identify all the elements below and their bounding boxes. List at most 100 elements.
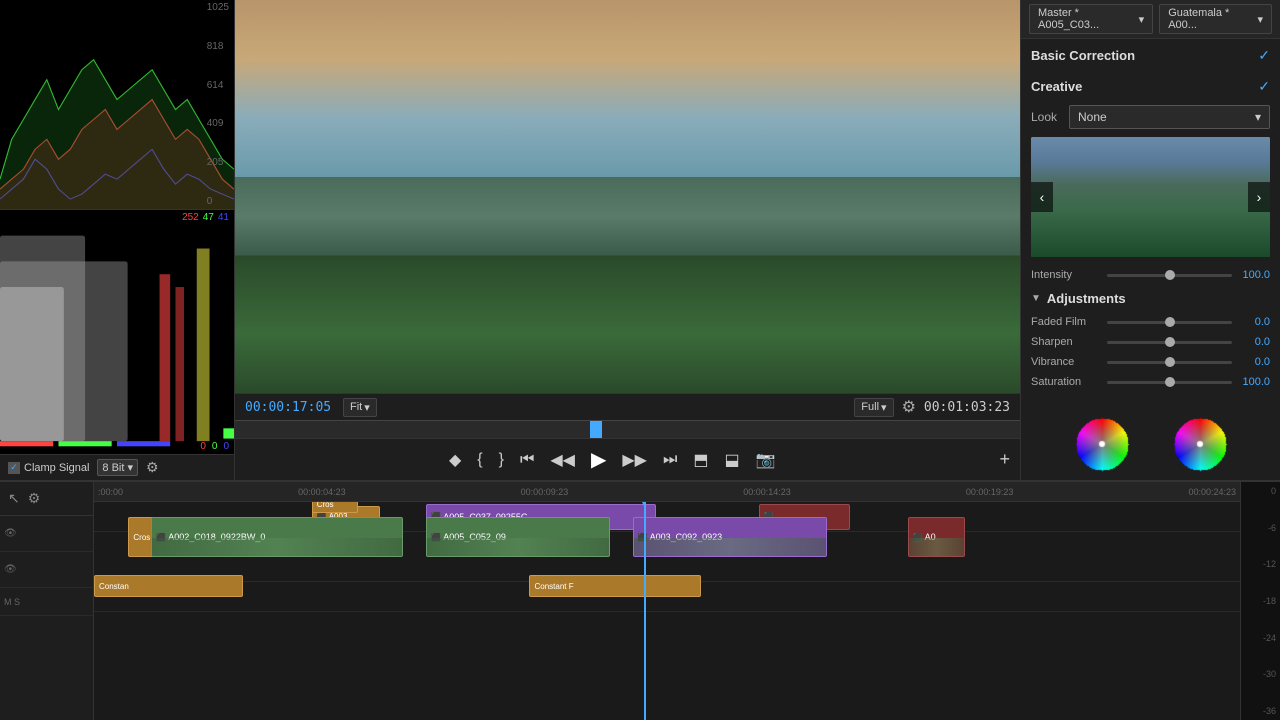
vu-label-12: -12 (1245, 559, 1276, 569)
intensity-slider[interactable] (1107, 274, 1232, 277)
overwrite-button[interactable]: ⬓ (720, 448, 743, 472)
intensity-row: Intensity 100.0 (1021, 265, 1280, 285)
timeline-left: ↖ ⚙ 👁 👁 M S (0, 482, 94, 720)
vu-label-24: -24 (1245, 633, 1276, 643)
saturation-label: Saturation (1031, 376, 1101, 388)
look-dropdown[interactable]: None ▾ (1069, 105, 1270, 129)
play-button[interactable]: ▶ (587, 445, 610, 474)
creative-section[interactable]: Creative ✓ (1021, 70, 1280, 101)
faded-film-label: Faded Film (1031, 316, 1101, 328)
sharpen-row: Sharpen 0.0 (1021, 332, 1280, 352)
insert-button[interactable]: ⬒ (689, 448, 712, 472)
sharpen-label: Sharpen (1031, 336, 1101, 348)
intensity-thumb[interactable] (1165, 270, 1175, 280)
intensity-label: Intensity (1031, 269, 1101, 281)
track-eye-v1[interactable]: 👁 (4, 528, 17, 539)
faded-film-thumb[interactable] (1165, 317, 1175, 327)
track-label-v1: 👁 (0, 516, 93, 552)
clip-a005-lower[interactable]: ⬛A005_C052_09 (426, 517, 609, 557)
master-dropdown[interactable]: Master * A005_C03... ▾ (1029, 4, 1153, 34)
look-label: Look (1031, 110, 1061, 124)
prev-edit-button[interactable]: ⏮ (516, 449, 538, 471)
clip-a0-lower[interactable]: ⬛A0 (908, 517, 965, 557)
color-wheels-row: Shadow Tint Highlight Tint (1021, 392, 1280, 480)
timeline-ruler[interactable]: :00:00 00:00:04:23 00:00:09:23 00:00:14:… (94, 482, 1240, 502)
full-dropdown[interactable]: Full ▾ (854, 398, 893, 417)
timeline-playhead (644, 502, 646, 720)
bottom-area: ↖ ⚙ 👁 👁 M S :00:00 00:00:04:23 00:00:09:… (0, 480, 1280, 720)
clip-constant-f[interactable]: Constant F (529, 575, 701, 597)
preview-carousel: ‹ › (1031, 137, 1270, 257)
track-label-v2: 👁 (0, 552, 93, 588)
video-frame (235, 0, 1020, 393)
highlight-tint-wheel[interactable] (1156, 400, 1244, 480)
clip-constan[interactable]: Constan (94, 575, 243, 597)
vu-label-18: -18 (1245, 596, 1276, 606)
timeline-tool-icon[interactable]: ↖ (8, 490, 20, 507)
marker-button[interactable]: ◆ (445, 448, 465, 472)
vibrance-value: 0.0 (1238, 356, 1270, 368)
basic-correction-checkmark: ✓ (1258, 47, 1270, 64)
vibrance-slider[interactable] (1107, 361, 1232, 364)
left-panel: 1025 818 614 409 205 0 252 47 41 (0, 0, 235, 480)
timecode-current: 00:00:17:05 (245, 400, 335, 415)
timeline-scrubber[interactable] (235, 420, 1020, 438)
scope-bottom-controls: ✓ Clamp Signal 8 Bit ▾ ⚙ (0, 454, 234, 480)
in-point-button[interactable]: { (473, 449, 486, 471)
vu-label-0: 0 (1245, 486, 1276, 496)
carousel-prev-button[interactable]: ‹ (1031, 182, 1053, 212)
track-eye-v2[interactable]: 👁 (4, 564, 17, 575)
faded-film-slider[interactable] (1107, 321, 1232, 324)
fit-dropdown[interactable]: Fit ▾ (343, 398, 377, 417)
scope-rgb: 1025 818 614 409 205 0 (0, 0, 234, 210)
faded-film-value: 0.0 (1238, 316, 1270, 328)
sharpen-thumb[interactable] (1165, 337, 1175, 347)
basic-correction-section[interactable]: Basic Correction ✓ (1021, 39, 1280, 70)
vibrance-thumb[interactable] (1165, 357, 1175, 367)
scope-rgb-values: 252 47 41 (182, 212, 229, 223)
out-point-button[interactable]: } (495, 449, 508, 471)
vu-label-36: -36 (1245, 706, 1276, 716)
video-controls-bar: 00:00:17:05 Fit ▾ Full ▾ ⚙ 00:01:03:23 (235, 393, 1020, 420)
creative-checkmark: ✓ (1258, 78, 1270, 95)
vu-label-6: -6 (1245, 523, 1276, 533)
saturation-row: Saturation 100.0 (1021, 372, 1280, 392)
clip-a002[interactable]: ⬛A002_C018_0922BW_0 (151, 517, 403, 557)
timeline-settings-icon[interactable]: ⚙ (28, 490, 41, 507)
timecode-end: 00:01:03:23 (924, 400, 1010, 415)
scrubber-playhead[interactable] (590, 421, 602, 438)
carousel-next-button[interactable]: › (1248, 182, 1270, 212)
scrubber-bar[interactable] (235, 421, 1020, 438)
highlight-tint-container: Highlight Tint (1156, 400, 1244, 480)
intensity-value: 100.0 (1238, 269, 1270, 281)
clamp-signal-control[interactable]: ✓ Clamp Signal (8, 462, 89, 474)
transport-bar: ◆ { } ⏮ ◀◀ ▶ ▶▶ ⏭ ⬒ ⬓ 📷 + (235, 438, 1020, 480)
saturation-slider[interactable] (1107, 381, 1232, 384)
look-row: Look None ▾ (1021, 101, 1280, 137)
clip-a003-lower[interactable]: ⬛A003_C092_0923 (633, 517, 828, 557)
panel-header: Master * A005_C03... ▾ Guatemala * A00..… (1021, 0, 1280, 39)
next-edit-button[interactable]: ⏭ (659, 449, 681, 471)
vibrance-label: Vibrance (1031, 356, 1101, 368)
step-fwd-button[interactable]: ▶▶ (618, 448, 651, 472)
clamp-label: Clamp Signal (24, 462, 89, 474)
saturation-thumb[interactable] (1165, 377, 1175, 387)
clip-cros-upper[interactable]: Cros (312, 502, 358, 513)
video-settings-button[interactable]: ⚙ (902, 397, 916, 417)
add-button[interactable]: + (995, 447, 1014, 472)
sequence-dropdown[interactable]: Guatemala * A00... ▾ (1159, 4, 1272, 34)
timeline-main: :00:00 00:00:04:23 00:00:09:23 00:00:14:… (94, 482, 1240, 720)
shadow-tint-container: Shadow Tint (1058, 400, 1146, 480)
shadow-tint-wheel[interactable] (1058, 400, 1146, 480)
basic-correction-title: Basic Correction (1031, 48, 1135, 63)
vu-meter: 0 -6 -12 -18 -24 -30 -36 (1240, 482, 1280, 720)
vu-labels: 0 -6 -12 -18 -24 -30 -36 (1241, 482, 1280, 720)
bit-depth-selector[interactable]: 8 Bit ▾ (97, 459, 138, 476)
clamp-checkbox[interactable]: ✓ (8, 462, 20, 474)
step-back-button[interactable]: ◀◀ (546, 448, 579, 472)
adjustments-section[interactable]: ▼ Adjustments (1021, 285, 1280, 312)
scope-settings-icon[interactable]: ⚙ (146, 459, 159, 476)
export-frame-button[interactable]: 📷 (752, 448, 780, 472)
sharpen-slider[interactable] (1107, 341, 1232, 344)
right-panel: Master * A005_C03... ▾ Guatemala * A00..… (1020, 0, 1280, 480)
